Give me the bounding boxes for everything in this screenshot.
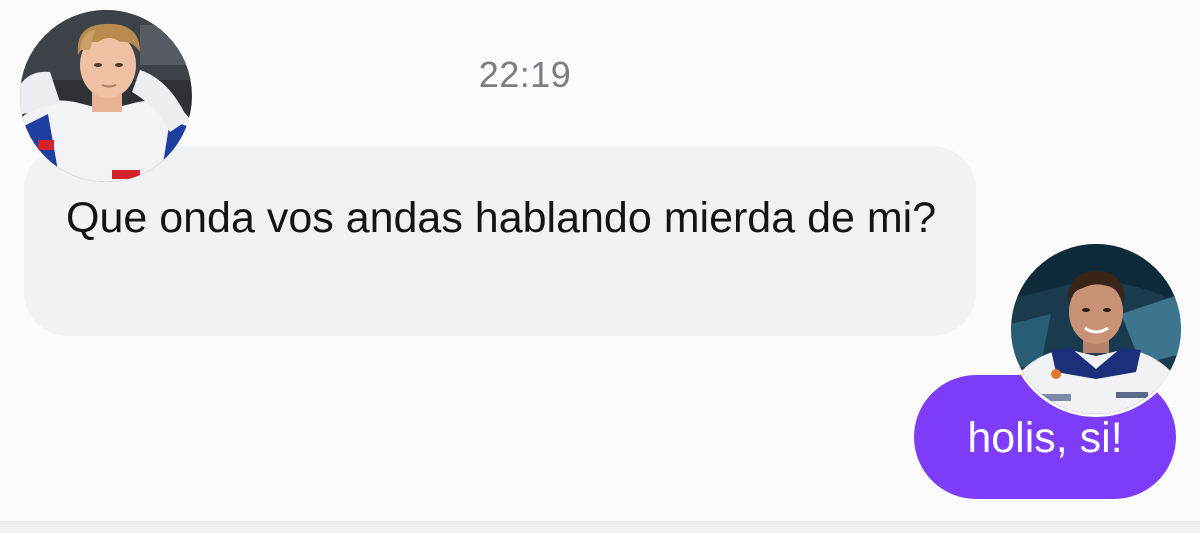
incoming-message-text: Que onda vos andas hablando mierda de mi… bbox=[66, 194, 937, 242]
avatar-photo-icon bbox=[1011, 244, 1181, 414]
avatar-photo-icon bbox=[20, 10, 192, 182]
chat-thread: 22:19 Que onda vos andas hablando mierda… bbox=[0, 0, 1200, 533]
incoming-contact-avatar[interactable] bbox=[20, 10, 192, 182]
composer-divider bbox=[0, 521, 1200, 533]
message-timestamp: 22:19 bbox=[478, 54, 572, 95]
outgoing-contact-avatar[interactable] bbox=[1008, 241, 1184, 417]
incoming-message-bubble[interactable]: Que onda vos andas hablando mierda de mi… bbox=[24, 146, 976, 336]
outgoing-message-text: holis, si! bbox=[967, 414, 1123, 462]
